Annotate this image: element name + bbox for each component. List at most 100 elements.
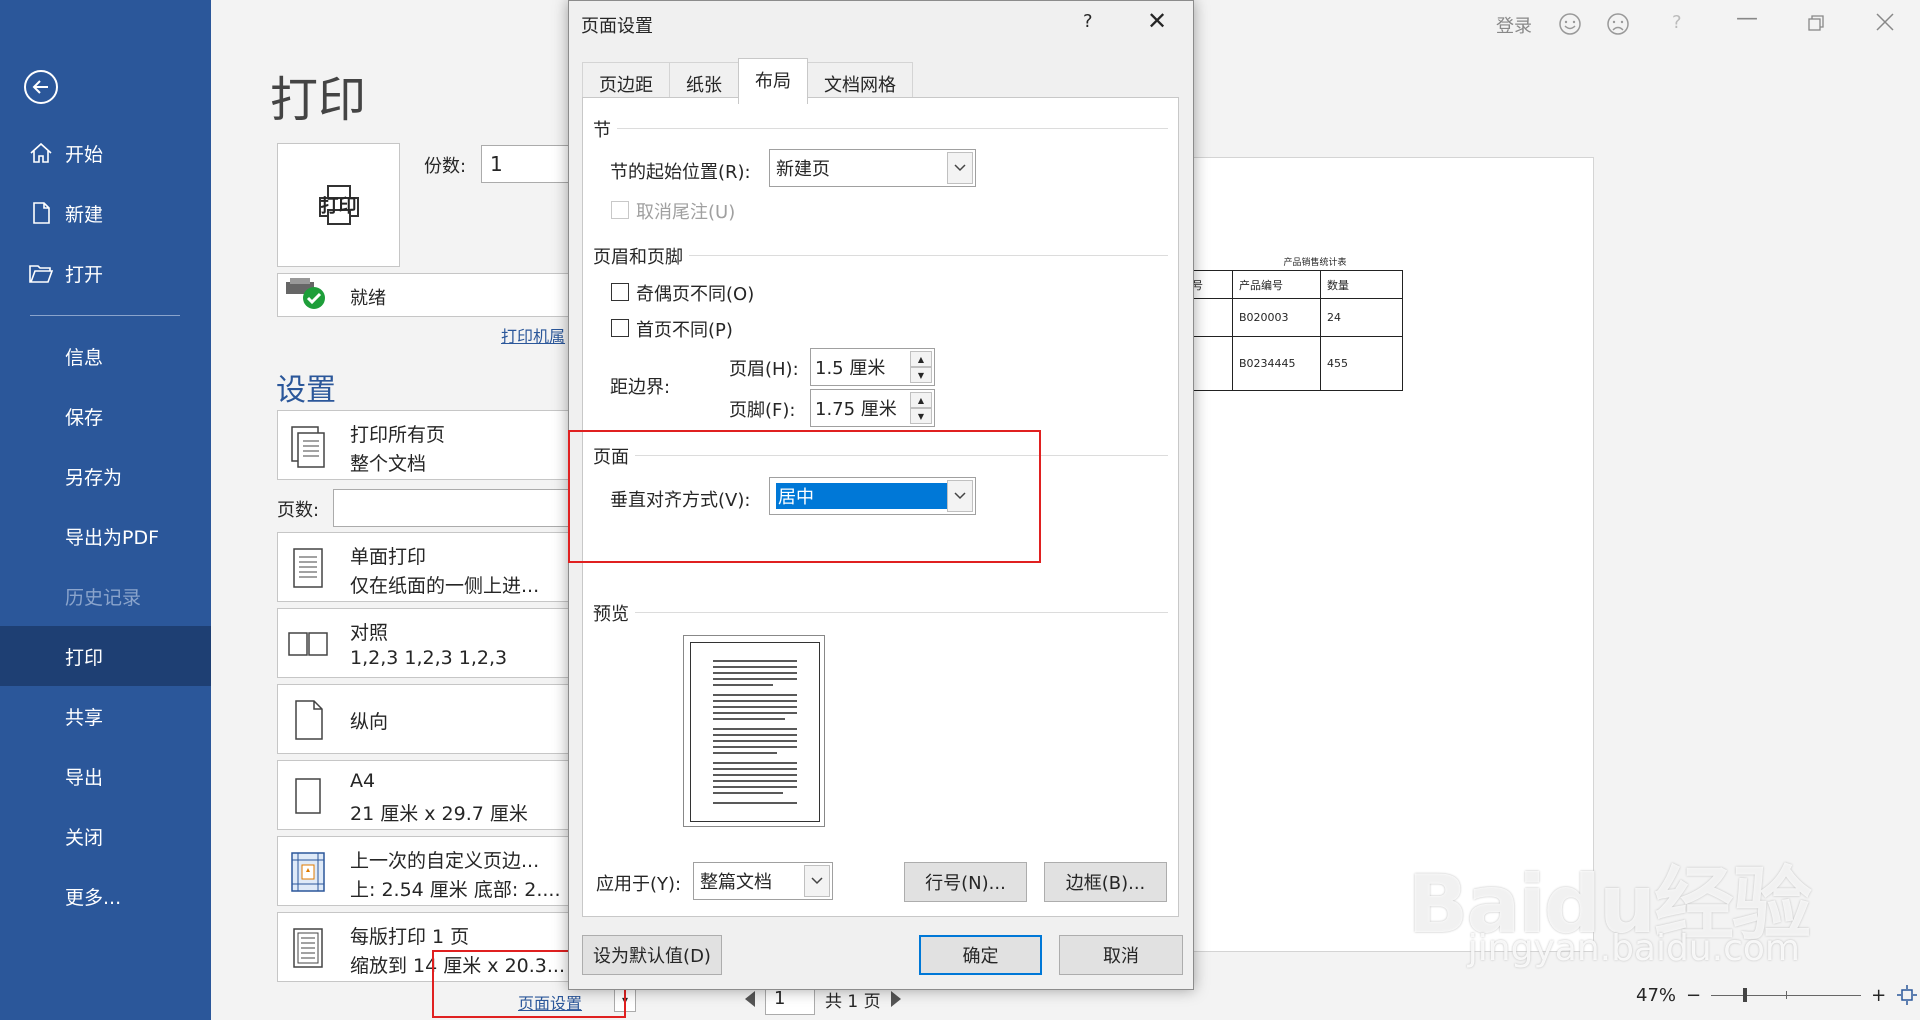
sidebar-item-save-as[interactable]: 另存为: [0, 446, 211, 506]
option-title: 打印所有页: [350, 424, 446, 446]
chevron-down-icon[interactable]: [804, 865, 830, 897]
pages-input[interactable]: [333, 489, 578, 527]
sidebar-item-save[interactable]: 保存: [0, 386, 211, 446]
spinner-up-icon[interactable]: ▲: [910, 392, 932, 408]
header-distance-value: 1.5 厘米: [815, 358, 886, 379]
sidebar-item-home[interactable]: 开始: [0, 123, 211, 183]
preview-page-thumbnail: [690, 642, 820, 822]
ok-button[interactable]: 确定: [919, 935, 1042, 975]
sidebar-divider: [30, 315, 180, 316]
collate-icon: [288, 632, 328, 656]
paper-size-option[interactable]: A4 21 厘米 x 29.7 厘米: [277, 760, 577, 830]
orientation-option[interactable]: 纵向: [277, 684, 577, 754]
section-start-dropdown[interactable]: 新建页: [769, 149, 976, 187]
sidebar-item-close[interactable]: 关闭: [0, 806, 211, 866]
spinner-up-icon[interactable]: ▲: [910, 351, 932, 367]
dialog-close-icon[interactable]: ✕: [1147, 9, 1167, 33]
spinner-down-icon[interactable]: ▼: [910, 408, 932, 424]
zoom-level: 47%: [1636, 984, 1677, 1006]
option-title: 上一次的自定义页边...: [350, 850, 540, 872]
section-divider: [617, 128, 1168, 129]
table-cell: B0234445: [1232, 336, 1321, 391]
next-page-icon[interactable]: [890, 991, 901, 1007]
print-button-label: 打印: [320, 196, 357, 217]
option-title: 纵向: [350, 711, 389, 733]
table-header: 产品编号: [1232, 270, 1321, 299]
chevron-down-icon[interactable]: [947, 152, 973, 184]
sidebar-item-export[interactable]: 导出: [0, 746, 211, 806]
printer-selector[interactable]: 就绪: [277, 273, 577, 317]
smile-icon[interactable]: [1558, 12, 1582, 36]
sidebar-item-label: 另存为: [65, 466, 123, 489]
sidebar-item-new[interactable]: 新建: [0, 183, 211, 243]
sidebar-item-info[interactable]: 信息: [0, 326, 211, 386]
page-title: 打印: [270, 72, 367, 128]
minimize-icon[interactable]: —: [1736, 6, 1758, 31]
previous-page-icon[interactable]: [745, 991, 755, 1007]
print-button[interactable]: 打印: [277, 143, 400, 267]
tab-margins[interactable]: 页边距: [582, 62, 670, 102]
section-heading: 预览: [593, 604, 629, 625]
sidebar-item-share[interactable]: 共享: [0, 686, 211, 746]
printer-ready-icon: [286, 278, 325, 309]
option-subtitle: 仅在纸面的一侧上进...: [350, 575, 540, 597]
sign-in-link[interactable]: 登录: [1496, 12, 1532, 38]
section-divider: [689, 255, 1168, 256]
sidebar-item-export-pdf[interactable]: 导出为PDF: [0, 506, 211, 566]
sidebar-item-label: 保存: [65, 406, 104, 429]
spinner-down-icon[interactable]: ▼: [910, 367, 932, 383]
odd-even-checkbox[interactable]: [611, 283, 629, 301]
sidebar-item-open[interactable]: 打开: [0, 243, 211, 303]
collate-option[interactable]: 对照 1,2,3 1,2,3 1,2,3: [277, 608, 577, 678]
apply-to-dropdown[interactable]: 整篇文档: [693, 862, 833, 900]
section-divider: [635, 612, 1168, 613]
suppress-endnotes-label: 取消尾注(U): [636, 202, 736, 223]
copies-input[interactable]: 1: [481, 145, 571, 183]
borders-button[interactable]: 边框(B)...: [1044, 862, 1167, 902]
duplex-option[interactable]: 单面打印 仅在纸面的一侧上进...: [277, 532, 577, 602]
fit-page-icon[interactable]: [1896, 984, 1918, 1006]
folder-open-icon: [29, 265, 54, 283]
footer-distance-value: 1.75 厘米: [815, 399, 897, 420]
first-page-checkbox[interactable]: [611, 319, 629, 337]
print-range-option[interactable]: 打印所有页 整个文档: [277, 410, 577, 480]
option-title: 每版打印 1 页: [350, 926, 470, 948]
sidebar-item-history: 历史记录: [0, 566, 211, 626]
zoom-slider[interactable]: [1711, 987, 1862, 1002]
zoom-out-icon[interactable]: −: [1686, 985, 1701, 1006]
sidebar-item-more[interactable]: 更多...: [0, 866, 211, 926]
tab-document-grid[interactable]: 文档网格: [807, 62, 913, 102]
dialog-help-icon[interactable]: ?: [1083, 11, 1093, 32]
sidebar-item-print[interactable]: 打印: [0, 626, 211, 686]
printer-properties-link[interactable]: 打印机属: [501, 323, 565, 347]
set-as-default-button[interactable]: 设为默认值(D): [582, 935, 722, 975]
section-heading: 节: [593, 120, 611, 141]
cancel-button[interactable]: 取消: [1059, 935, 1183, 975]
new-document-icon: [33, 202, 50, 224]
pages-per-sheet-icon: [293, 928, 323, 968]
back-arrow-icon[interactable]: [24, 70, 58, 104]
from-edge-label: 距边界:: [610, 377, 671, 398]
sidebar-item-label: 信息: [65, 346, 104, 369]
restore-icon[interactable]: [1808, 15, 1824, 31]
frown-icon[interactable]: [1606, 12, 1630, 36]
header-distance-spinner[interactable]: 1.5 厘米 ▲ ▼: [810, 348, 935, 386]
tab-layout[interactable]: 布局: [738, 58, 808, 104]
option-subtitle: 1,2,3 1,2,3 1,2,3: [350, 647, 508, 669]
footer-distance-spinner[interactable]: 1.75 厘米 ▲ ▼: [810, 389, 935, 427]
close-window-icon[interactable]: [1876, 13, 1894, 31]
odd-even-label: 奇偶页不同(O): [636, 284, 755, 305]
section-start-value: 新建页: [776, 159, 830, 180]
apply-to-value: 整篇文档: [700, 872, 772, 893]
tab-paper[interactable]: 纸张: [669, 62, 739, 102]
option-title: 对照: [350, 622, 389, 644]
zoom-slider-thumb[interactable]: [1743, 987, 1748, 1002]
backstage-sidebar: 开始 新建 打开 信息 保存 另存为 导出为PDF 历史记录 打印 共享 导出 …: [0, 0, 211, 1020]
line-numbers-button[interactable]: 行号(N)...: [904, 862, 1027, 902]
margins-option[interactable]: 上一次的自定义页边... 上: 2.54 厘米 底部: 2....: [277, 836, 577, 906]
zoom-in-icon[interactable]: +: [1871, 985, 1886, 1006]
dialog-title: 页面设置: [581, 16, 653, 37]
option-subtitle: 上: 2.54 厘米 底部: 2....: [350, 879, 561, 901]
help-icon[interactable]: ?: [1672, 12, 1682, 33]
option-title: 单面打印: [350, 546, 427, 568]
